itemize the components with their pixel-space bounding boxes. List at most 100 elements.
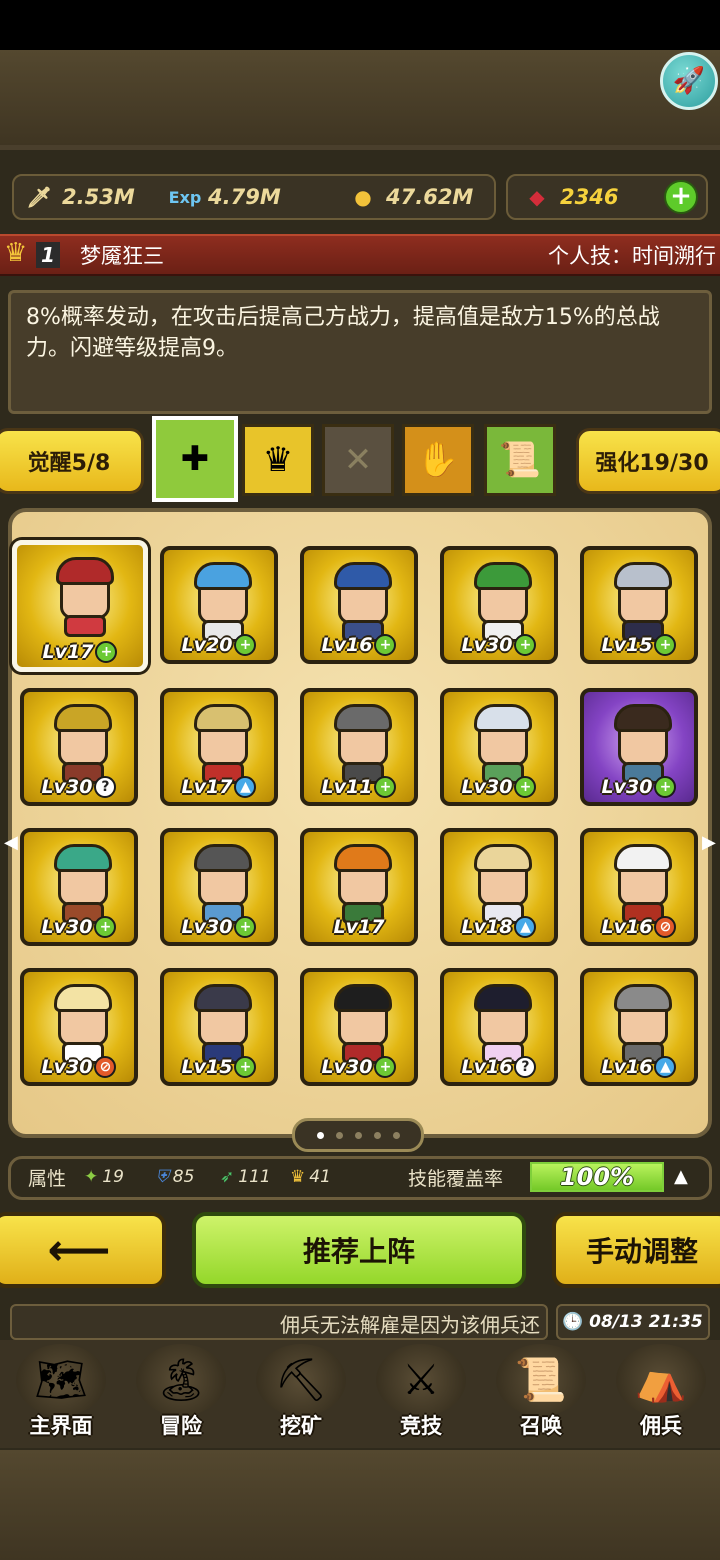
plus-badge-icon: +: [654, 634, 677, 656]
hero-level-text: Lv17: [181, 775, 233, 798]
rocket-icon[interactable]: 🚀: [660, 52, 718, 110]
enhance-button[interactable]: 强化19/30: [576, 428, 720, 494]
hero-card[interactable]: Lv30 ⊘: [20, 968, 138, 1086]
equipment-slot[interactable]: ✚: [152, 416, 238, 502]
hero-hair: [474, 844, 532, 872]
hero-card[interactable]: Lv15 +: [580, 546, 698, 664]
page-dot[interactable]: [316, 1131, 324, 1139]
locked-badge-icon: ⊘: [94, 1056, 117, 1078]
hero-level: Lv20 +: [164, 634, 274, 656]
hero-level: Lv17: [304, 916, 414, 938]
hero-level-text: Lv11: [321, 775, 373, 798]
enhance-label: 强化19/30: [595, 451, 709, 476]
skill-tree-icon: ✚: [180, 439, 210, 479]
plus-badge-icon: +: [514, 634, 537, 656]
nav-item[interactable]: 📜 召唤: [482, 1342, 600, 1446]
locked-badge-icon: ⊘: [654, 916, 677, 938]
hero-card[interactable]: Lv16 +: [300, 546, 418, 664]
hero-level: Lv16?: [444, 1056, 554, 1078]
hero-hair: [194, 844, 252, 872]
hero-hair: [614, 562, 672, 590]
clock-display: 🕒 08/13 21:35: [556, 1304, 710, 1340]
hero-card[interactable]: Lv30?: [20, 688, 138, 806]
hero-card[interactable]: Lv17 ▲: [160, 688, 278, 806]
equipment-slot[interactable]: ✕: [322, 424, 394, 496]
ruby-icon: ◆: [529, 185, 545, 209]
hero-hair: [474, 704, 532, 732]
hero-level-text: Lv30: [181, 915, 233, 938]
stat-crown: ♛ 41: [290, 1162, 331, 1192]
hero-hair: [334, 562, 392, 590]
expand-up-icon[interactable]: ▲: [674, 1166, 688, 1187]
hero-card[interactable]: Lv30 +: [440, 546, 558, 664]
hero-card[interactable]: Lv17: [300, 828, 418, 946]
add-gems-button[interactable]: +: [664, 180, 698, 214]
nav-item[interactable]: 🗺 主界面: [2, 1342, 120, 1446]
hero-hair: [614, 844, 672, 872]
hero-level: Lv17 ▲: [164, 775, 274, 798]
hero-hair: [614, 704, 672, 732]
equipment-slot[interactable]: ♛: [242, 424, 314, 496]
hero-level-text: Lv30: [41, 775, 93, 798]
hero-card[interactable]: Lv16 ▲: [580, 968, 698, 1086]
hero-name: 梦魇狂三: [80, 244, 164, 268]
nav-item[interactable]: ⛏ 挖矿: [242, 1342, 360, 1446]
nav-label: 冒险: [160, 1414, 202, 1438]
back-button[interactable]: ⟵: [0, 1212, 166, 1288]
hero-card[interactable]: Lv15 +: [160, 968, 278, 1086]
page-dot[interactable]: [373, 1131, 381, 1139]
hero-level: Lv16 ⊘: [584, 916, 694, 938]
nav-label: 竞技: [400, 1414, 442, 1438]
status-bar: [0, 0, 720, 50]
nav-label: 佣兵: [640, 1414, 682, 1438]
scroll-right-icon[interactable]: ▶: [702, 832, 716, 853]
page-dot[interactable]: [335, 1131, 343, 1139]
page-dot[interactable]: [354, 1131, 362, 1139]
nav-item[interactable]: ⛺ 佣兵: [602, 1342, 720, 1446]
hero-hair: [334, 704, 392, 732]
hero-card[interactable]: Lv30 +: [440, 688, 558, 806]
hero-card[interactable]: Lv30 +: [160, 828, 278, 946]
page-dot[interactable]: [392, 1131, 400, 1139]
hero-level-text: Lv30: [321, 1055, 373, 1078]
hero-level-text: Lv30: [41, 915, 93, 938]
nav-item[interactable]: ⚔ 竞技: [362, 1342, 480, 1446]
stat-nature: ✦ 19: [84, 1162, 124, 1192]
hero-card[interactable]: Lv30 +: [20, 828, 138, 946]
hero-hair: [56, 557, 114, 585]
hero-level: Lv17 +: [17, 641, 143, 663]
crown-icon: ♛: [4, 238, 28, 268]
hero-card[interactable]: Lv16?: [440, 968, 558, 1086]
nav-item[interactable]: 🏝 冒险: [122, 1342, 240, 1446]
hero-card[interactable]: Lv30 +: [300, 968, 418, 1086]
coverage-label: 技能覆盖率: [408, 1167, 504, 1190]
empty-slot-icon: ✕: [343, 440, 373, 480]
leaf-icon: ✦: [84, 1167, 99, 1187]
awaken-button[interactable]: 觉醒5/8: [0, 428, 144, 494]
clock-icon: 🕒: [562, 1312, 584, 1332]
hero-card[interactable]: Lv11 +: [300, 688, 418, 806]
equipment-slot[interactable]: ✋: [402, 424, 474, 496]
hero-body: [64, 615, 106, 637]
plus-badge-icon: +: [374, 634, 397, 656]
stat-defense: ⛨ 85: [156, 1162, 194, 1192]
hero-card[interactable]: Lv18 ▲: [440, 828, 558, 946]
hero-level: Lv30 ⊘: [24, 1056, 134, 1078]
hero-card[interactable]: Lv16 ⊘: [580, 828, 698, 946]
map-background: [0, 50, 720, 145]
equipment-slot[interactable]: 📜: [484, 424, 556, 496]
pickaxe-icon: ⛏: [256, 1344, 346, 1416]
skill-description: 8%概率发动，在攻击后提高己方战力，提高值是敌方15%的总战力。闪避等级提高9。: [26, 305, 660, 361]
hero-card[interactable]: Lv17 +: [12, 540, 148, 672]
hero-hair: [614, 984, 672, 1012]
hero-card[interactable]: Lv30 +: [580, 688, 698, 806]
plus-badge-icon: +: [514, 776, 537, 798]
island-icon: 🏝: [136, 1344, 226, 1416]
page-indicator: [292, 1118, 424, 1152]
hero-card[interactable]: Lv20 +: [160, 546, 278, 664]
map-background-bottom: [0, 1450, 720, 1560]
scroll-left-icon[interactable]: ◀: [4, 832, 18, 853]
question-badge-icon: ?: [514, 1056, 537, 1078]
manual-adjust-button[interactable]: 手动调整: [552, 1212, 720, 1288]
recommend-button[interactable]: 推荐上阵: [192, 1212, 526, 1288]
